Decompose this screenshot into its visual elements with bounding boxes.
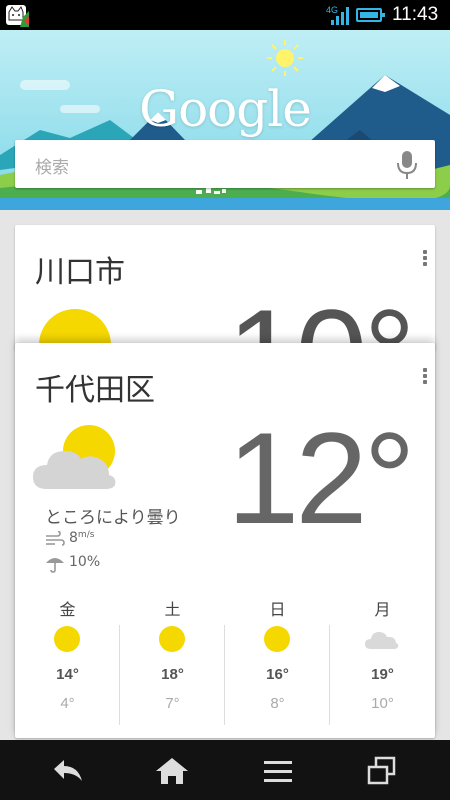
precip-value: 10% [69, 554, 101, 570]
card-menu-icon[interactable] [421, 368, 429, 386]
sun-icon [159, 626, 185, 652]
menu-icon[interactable] [258, 755, 298, 787]
forecast-high: 18° [161, 666, 184, 683]
forecast-low: 8° [270, 695, 285, 712]
weather-condition: ところにより曇り [45, 508, 181, 528]
status-bar: 4G 11:43 [0, 0, 450, 30]
forecast-day-label: 土 [164, 600, 181, 619]
wind-unit: m/s [77, 530, 95, 540]
umbrella-icon [46, 558, 64, 573]
current-temperature: 10° [227, 280, 416, 350]
current-temperature: 12° [227, 405, 416, 551]
google-logo: Google [139, 80, 312, 138]
microphone-icon[interactable] [397, 150, 417, 180]
city-name: 川口市 [35, 255, 125, 290]
forecast-row: 金 14° 4° 土 18° 7° 日 16° 8° 月 19° 10° [15, 593, 435, 725]
navigation-bar [0, 740, 450, 800]
forecast-day[interactable]: 日 16° 8° [225, 593, 330, 725]
forecast-day-label: 金 [59, 600, 76, 619]
signal-icon [331, 7, 349, 25]
clock: 11:43 [392, 4, 439, 25]
forecast-low: 7° [165, 695, 180, 712]
sun-icon [39, 309, 111, 347]
forecast-day-label: 日 [269, 600, 286, 619]
notification-app-icon [6, 5, 29, 27]
wind-value: 8 [69, 530, 78, 546]
wind-icon [46, 531, 65, 546]
search-bar[interactable]: 検索 [15, 140, 435, 188]
forecast-low: 4° [60, 695, 75, 712]
forecast-high: 16° [266, 666, 289, 683]
forecast-day[interactable]: 土 18° 7° [120, 593, 225, 725]
sun-icon [264, 626, 290, 652]
sun-icon [54, 626, 80, 652]
partly-cloudy-icon [33, 425, 116, 489]
search-placeholder: 検索 [35, 158, 69, 178]
forecast-day[interactable]: 金 14° 4° [15, 593, 120, 725]
battery-icon [356, 8, 385, 22]
weather-card-kawaguchi[interactable]: 川口市 10° [15, 225, 435, 350]
city-name: 千代田区 [35, 373, 155, 408]
forecast-day-label: 月 [374, 600, 391, 619]
weather-card-chiyoda[interactable]: 千代田区 12° ところにより曇り 8m/s 10% 金 14° 4° 土 18… [15, 343, 435, 738]
forecast-day[interactable]: 月 19° 10° [330, 593, 435, 723]
forecast-high: 14° [56, 666, 79, 683]
recent-apps-icon[interactable] [362, 755, 402, 787]
home-icon[interactable] [152, 755, 192, 787]
back-icon[interactable] [48, 755, 88, 787]
cloudy-icon [365, 632, 399, 649]
card-menu-icon[interactable] [421, 250, 429, 268]
forecast-high: 19° [371, 666, 394, 683]
forecast-low: 10° [371, 695, 394, 712]
